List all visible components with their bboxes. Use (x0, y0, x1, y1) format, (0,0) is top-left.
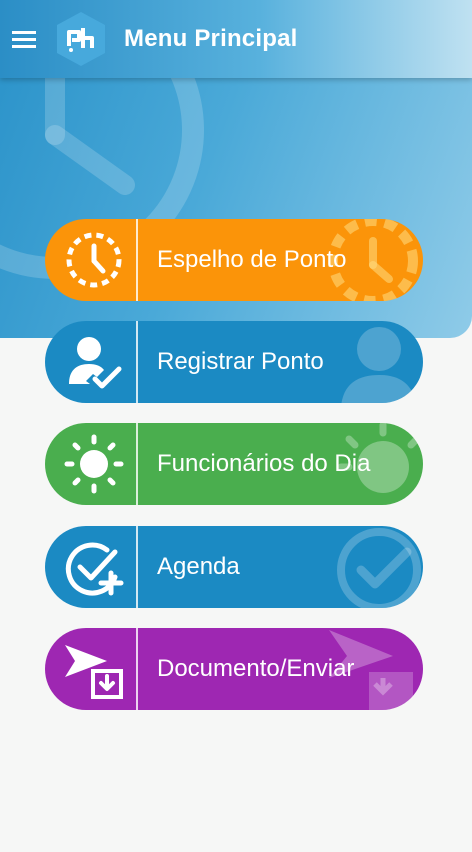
user-check-icon (69, 337, 122, 389)
page-title: Menu Principal (124, 25, 298, 52)
funcionarios-do-dia-label: Funcionários do Dia (157, 450, 371, 477)
user-watermark-icon (341, 327, 417, 403)
agenda-label: Agenda (157, 553, 240, 580)
documento-enviar-label: Documento/Enviar (157, 655, 355, 682)
button-divider (136, 219, 138, 301)
app-bar: Menu Principal (0, 0, 472, 78)
check-circle-watermark-icon (337, 528, 421, 608)
button-divider (136, 628, 138, 710)
document-send-icon (65, 645, 123, 699)
sun-icon (64, 434, 124, 494)
button-divider (136, 321, 138, 403)
documento-enviar-button[interactable]: Documento/Enviar (45, 628, 423, 710)
button-divider (136, 423, 138, 505)
funcionarios-do-dia-button[interactable]: Funcionários do Dia (45, 423, 423, 505)
clock-icon (66, 232, 122, 288)
registrar-ponto-label: Registrar Ponto (157, 348, 324, 375)
agenda-button[interactable]: Agenda (45, 526, 423, 608)
button-divider (136, 526, 138, 608)
espelho-de-ponto-label: Espelho de Ponto (157, 246, 347, 273)
registrar-ponto-button[interactable]: Registrar Ponto (45, 321, 423, 403)
hamburger-icon[interactable] (10, 27, 38, 51)
check-circle-plus-icon (65, 542, 124, 596)
ph-logo-icon (54, 10, 108, 68)
espelho-de-ponto-button[interactable]: Espelho de Ponto (45, 219, 423, 301)
